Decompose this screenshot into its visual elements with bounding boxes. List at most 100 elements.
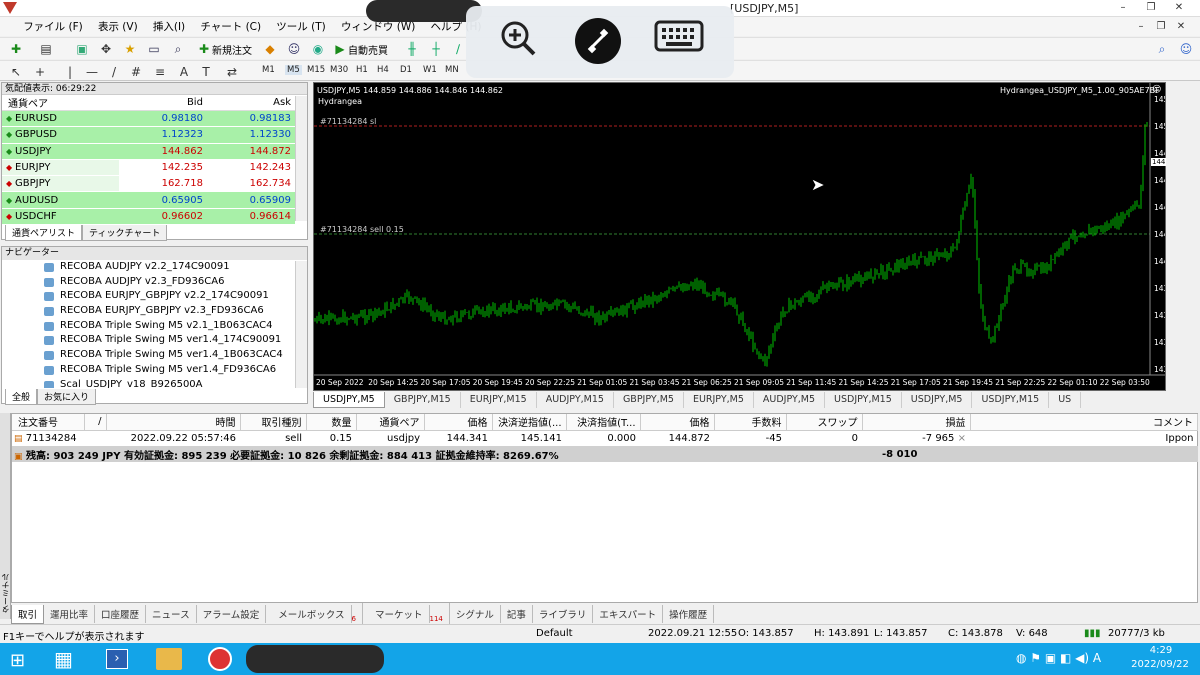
text-icon[interactable]: A (176, 64, 192, 80)
child-restore-icon[interactable]: ❐ (1150, 20, 1172, 34)
search-icon[interactable]: ⌕ (1154, 41, 1170, 57)
menu-insert[interactable]: 挿入(I) (147, 17, 191, 34)
symbol-row[interactable]: ◆ EURJPY 142.235 142.243 (2, 159, 295, 177)
tab-history[interactable]: 口座履歴 (95, 605, 147, 623)
price-chart[interactable]: 145.354 145.120 144.960 144.730 144.525 144.3… (313, 82, 1166, 391)
tab-market[interactable]: マーケット 114 (363, 603, 450, 625)
child-close-icon[interactable]: ✕ (1170, 20, 1192, 34)
tab-news[interactable]: ニュース (146, 605, 197, 623)
tray-icons[interactable]: ◍ ⚑ ▣ ◧ ◀) A (1016, 651, 1101, 665)
symbol-row[interactable]: ◆ USDJPY 144.862 144.872 (2, 143, 295, 160)
tf-m30[interactable]: M30 (330, 65, 348, 75)
minimize-icon[interactable]: – (1112, 1, 1134, 15)
navigator-item[interactable]: RECOBA Triple Swing M5 v2.1_1B063CAC4 (2, 319, 307, 334)
symbol-row[interactable]: ◆ GBPJPY 162.718 162.734 (2, 175, 295, 193)
tab-library[interactable]: ライブラリ (533, 605, 594, 623)
chart-tab[interactable]: AUDJPY,M5 (754, 392, 826, 408)
file-explorer-icon[interactable] (156, 648, 182, 670)
tf-mn[interactable]: MN (445, 65, 459, 75)
navigator-item[interactable]: RECOBA AUDJPY v2.3_FD936CA6 (2, 275, 307, 290)
col-price[interactable]: 価格 (424, 414, 493, 431)
tab-experts[interactable]: エキスパート (593, 605, 664, 623)
tab-alerts[interactable]: アラーム設定 (197, 605, 267, 623)
col-symbol[interactable]: 通貨ペア (2, 95, 119, 111)
tab-mailbox[interactable]: メールボックス 6 (266, 603, 363, 625)
col-commission[interactable]: 手数料 (714, 414, 787, 431)
col-comment[interactable]: コメント (970, 414, 1198, 431)
menu-view[interactable]: 表示 (V) (92, 17, 144, 34)
shapes-icon[interactable]: ⇄ (224, 64, 240, 80)
chart-tab[interactable]: USDJPY,M5 (313, 392, 385, 408)
auto-trading-icon[interactable]: ▶ (332, 41, 348, 57)
trendline-icon[interactable]: / (106, 64, 122, 80)
tf-m15[interactable]: M15 (307, 65, 325, 75)
col-ask[interactable]: Ask (206, 95, 295, 111)
navigator-item[interactable]: RECOBA Triple Swing M5 ver1.4_174C90091 (2, 333, 307, 348)
chart-tab[interactable]: AUDJPY,M15 (537, 392, 614, 408)
account-icon[interactable]: ☺ (1178, 41, 1194, 57)
col-time[interactable]: 時間 (106, 414, 241, 431)
horizontal-line-icon[interactable]: — (84, 64, 100, 80)
chart-tab[interactable]: EURJPY,M5 (684, 392, 754, 408)
tab-tick-chart[interactable]: ティックチャート (82, 225, 168, 241)
vertical-line-icon[interactable]: | (62, 64, 78, 80)
clock-date[interactable]: 2022/09/22 (1126, 659, 1194, 670)
chart-tab[interactable]: USDJPY,M15 (972, 392, 1050, 408)
server-manager-icon[interactable]: ▦ (54, 647, 73, 671)
clock-time[interactable]: 4:29 (1130, 645, 1192, 656)
candlestick-icon[interactable]: ┼ (428, 41, 444, 57)
col-bid[interactable]: Bid (118, 95, 207, 111)
line-chart-icon[interactable]: ∕ (450, 41, 466, 57)
meta-editor-icon[interactable]: ◆ (262, 41, 278, 57)
col-sort[interactable]: / (84, 414, 107, 431)
col-stop-loss[interactable]: 決済逆指値(... (492, 414, 567, 431)
chart-tab[interactable]: EURJPY,M15 (461, 392, 537, 408)
zoom-in-icon[interactable] (494, 18, 542, 64)
col-current-price[interactable]: 価格 (640, 414, 715, 431)
menu-tools[interactable]: ツール (T) (270, 17, 331, 34)
close-icon[interactable]: ✕ (1168, 1, 1190, 15)
navigator-scrollbar[interactable] (295, 261, 307, 388)
col-symbol[interactable]: 通貨ペア (356, 414, 425, 431)
tf-h1[interactable]: H1 (356, 65, 368, 75)
metatrader-icon[interactable] (208, 647, 232, 671)
chart-tab[interactable]: GBPJPY,M15 (385, 392, 461, 408)
tf-w1[interactable]: W1 (423, 65, 437, 75)
signals-icon[interactable]: ◉ (310, 41, 326, 57)
tab-common[interactable]: 全般 (5, 389, 38, 405)
tf-m1[interactable]: M1 (262, 65, 275, 75)
symbol-row[interactable]: ◆ AUDUSD 0.65905 0.65909 (2, 191, 295, 209)
new-order-button[interactable]: 新規注文 (212, 42, 252, 57)
market-watch-icon[interactable]: ▣ (74, 41, 90, 57)
disconnect-icon[interactable] (574, 18, 622, 64)
market-watch-scrollbar[interactable] (295, 96, 307, 221)
restore-icon[interactable]: ❐ (1140, 1, 1162, 15)
col-swap[interactable]: スワップ (786, 414, 863, 431)
chart-tab[interactable]: GBPJPY,M5 (614, 392, 684, 408)
col-order[interactable]: 注文番号 (12, 414, 85, 431)
col-type[interactable]: 取引種別 (240, 414, 307, 431)
menu-chart[interactable]: チャート (C) (194, 17, 267, 34)
navigator-icon[interactable]: ★ (122, 41, 138, 57)
fibonacci-icon[interactable]: ≡ (152, 64, 168, 80)
chart-tab[interactable]: US (1049, 392, 1082, 408)
strategy-tester-icon[interactable]: ⌕ (170, 41, 186, 57)
tab-exposure[interactable]: 運用比率 (44, 605, 96, 623)
navigator-item[interactable]: RECOBA Triple Swing M5 ver1.4_FD936CA6 (2, 363, 307, 378)
bar-chart-icon[interactable]: ╫ (404, 41, 420, 57)
cursor-icon[interactable]: ↖ (8, 64, 24, 80)
data-window-icon[interactable]: ✥ (98, 41, 114, 57)
terminal-icon[interactable]: ▭ (146, 41, 162, 57)
symbol-row[interactable]: ◆ GBPUSD 1.12323 1.12330 (2, 126, 295, 144)
order-row[interactable]: ▤ 71134284 2022.09.22 05:57:46 sell 0.15… (12, 430, 1198, 446)
tab-articles[interactable]: 記事 (501, 605, 533, 623)
navigator-item[interactable]: Scal_USDJPY_v18_B926500A (2, 378, 307, 388)
tab-journal[interactable]: 操作履歴 (663, 605, 715, 623)
navigator-item[interactable]: RECOBA AUDJPY v2.2_174C90091 (2, 260, 307, 275)
menu-file[interactable]: ファイル (F) (17, 17, 89, 34)
tab-trade[interactable]: 取引 (11, 605, 45, 624)
new-order-icon[interactable]: ✚ (196, 41, 212, 57)
col-profit[interactable]: 損益 (862, 414, 971, 431)
tf-h4[interactable]: H4 (377, 65, 389, 75)
tf-d1[interactable]: D1 (400, 65, 412, 75)
